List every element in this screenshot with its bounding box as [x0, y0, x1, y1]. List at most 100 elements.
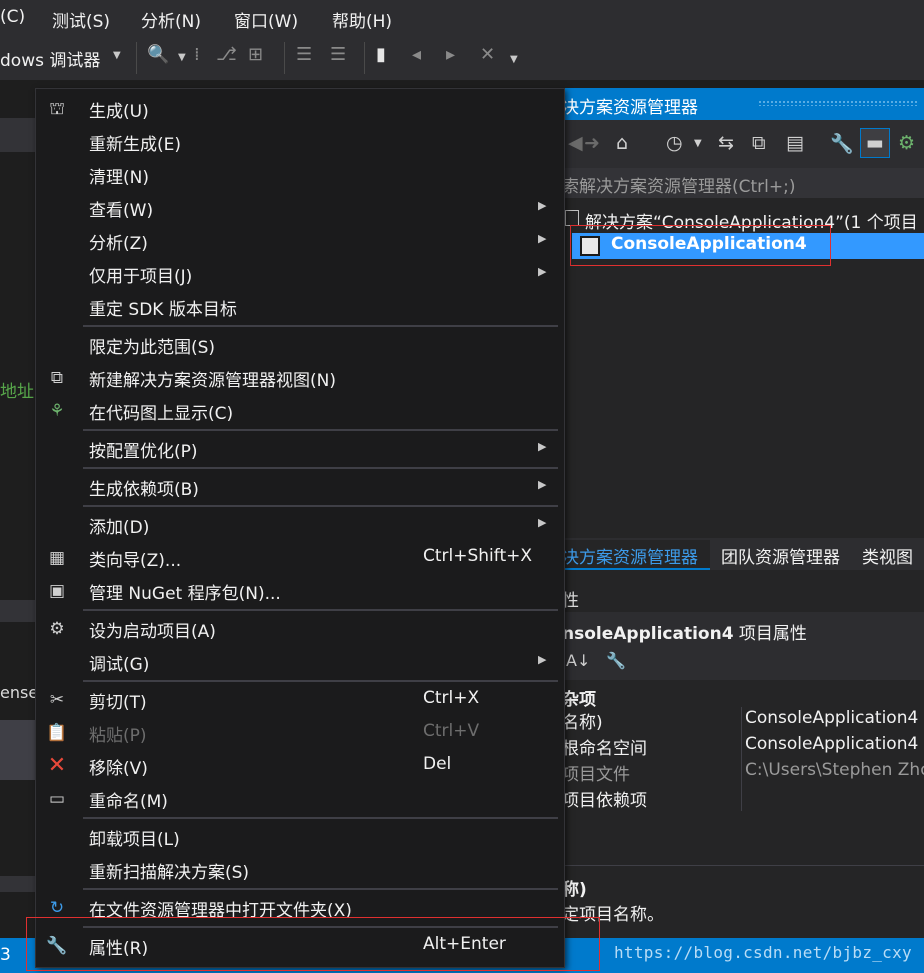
gear-icon: ⚙	[49, 619, 65, 639]
menu-item-pgo[interactable]: 按配置优化(P) ▶	[36, 432, 564, 465]
wrench-icon[interactable]: 🔧	[830, 132, 854, 155]
menu-item-scope-to-this[interactable]: 限定为此范围(S)	[36, 328, 564, 361]
menu-item-clean[interactable]: 清理(N)	[36, 158, 564, 191]
uncomment-icon[interactable]: ☰	[330, 44, 346, 65]
back-icon[interactable]: ◀	[568, 132, 583, 154]
highlight-box	[26, 917, 600, 971]
chevron-down-icon[interactable]: ▼	[113, 50, 121, 61]
menu-item-analyze[interactable]: 分析(Z) ▶	[36, 224, 564, 257]
show-all-files-icon[interactable]: ▤	[786, 132, 804, 154]
menu-item-label: 分析(Z)	[89, 234, 148, 254]
preview-icon[interactable]: ▬	[860, 128, 890, 158]
property-value[interactable]: ConsoleApplication4	[745, 734, 918, 754]
tab-team-explorer[interactable]: 团队资源管理器	[721, 543, 840, 568]
search-input[interactable]: 索解决方案资源管理器(Ctrl+;)	[562, 168, 924, 198]
menu-item-rescan-solution[interactable]: 重新扫描解决方案(S)	[36, 853, 564, 886]
menu-item-shortcut: Ctrl+Shift+X	[423, 546, 533, 566]
menu-item-test[interactable]: 测试(S)	[52, 7, 110, 32]
menu-item-cut[interactable]: ✂ 剪切(T) Ctrl+X	[36, 683, 564, 716]
sort-alpha-icon[interactable]: A↓	[566, 651, 590, 670]
debugger-dropdown[interactable]: dows 调试器	[0, 46, 100, 71]
property-row[interactable]: 名称) ConsoleApplication4	[562, 707, 924, 733]
clear-bookmarks-icon[interactable]: ✕	[480, 44, 495, 65]
step-icon[interactable]: ⎇	[216, 44, 237, 65]
menu-item-label: 添加(D)	[89, 518, 150, 538]
menu-item-label: 清理(N)	[89, 168, 149, 188]
panel-header-strip	[0, 600, 36, 622]
class-wizard-icon: ▦	[48, 548, 66, 568]
property-row[interactable]: 项目文件 C:\Users\Stephen Zho	[562, 759, 924, 785]
prev-bookmark-icon[interactable]: ◂	[412, 44, 421, 65]
tab-class-view[interactable]: 类视图	[862, 543, 913, 568]
menu-item-add[interactable]: 添加(D) ▶	[36, 508, 564, 541]
code-fragment: ense	[0, 683, 39, 702]
property-value[interactable]: ConsoleApplication4	[745, 708, 918, 728]
menu-item-remove[interactable]: ✕ 移除(V) Del	[36, 749, 564, 782]
property-row[interactable]: 项目依赖项	[562, 785, 924, 811]
menu-separator	[83, 888, 558, 890]
nuget-icon: ▣	[48, 581, 66, 601]
dotted-grip-icon: ⁞	[194, 44, 200, 65]
menu-item-rename[interactable]: ▭ 重命名(M)	[36, 782, 564, 815]
properties-toolbar: A↓ 🔧	[562, 646, 924, 680]
menu-item-label: 管理 NuGet 程序包(N)...	[89, 584, 281, 604]
menu-item-analyze[interactable]: 分析(N)	[141, 7, 201, 32]
menu-separator	[83, 609, 558, 611]
menu-item-build-partial[interactable]: (C)	[0, 7, 25, 27]
solution-explorer-title-text: 决方案资源管理器	[562, 98, 698, 118]
comment-icon[interactable]: ☰	[296, 44, 312, 65]
status-text: 3	[0, 945, 11, 965]
property-grid-divider[interactable]	[741, 707, 742, 811]
menu-item-class-wizard[interactable]: ▦ 类向导(Z)... Ctrl+Shift+X	[36, 541, 564, 574]
menu-item-build[interactable]: ⛫ 生成(U)	[36, 92, 564, 125]
property-key: 根命名空间	[562, 739, 647, 759]
menu-item-label: 剪切(T)	[89, 693, 147, 713]
menu-item-build-dependencies[interactable]: 生成依赖项(B) ▶	[36, 470, 564, 503]
wrench-icon[interactable]: 🔧	[606, 651, 626, 670]
home-icon[interactable]: ⌂	[616, 132, 628, 154]
scissors-icon: ✂	[49, 690, 65, 710]
menu-item-manage-nuget[interactable]: ▣ 管理 NuGet 程序包(N)...	[36, 574, 564, 607]
menu-item-new-se-view[interactable]: ⧉ 新建解决方案资源管理器视图(N)	[36, 361, 564, 394]
chevron-down-icon[interactable]: ▼	[510, 54, 518, 65]
find-folder-icon[interactable]: 🔍	[147, 44, 169, 65]
chevron-down-icon[interactable]: ▼	[694, 138, 702, 149]
menu-item-retarget-sdk[interactable]: 重定 SDK 版本目标	[36, 290, 564, 323]
menu-item-label: 类向导(Z)...	[89, 551, 182, 571]
property-row[interactable]: 根命名空间 ConsoleApplication4	[562, 733, 924, 759]
next-bookmark-icon[interactable]: ▸	[446, 44, 455, 65]
menu-item-label: 生成(U)	[89, 102, 149, 122]
sync-icon[interactable]: ⇆	[718, 132, 734, 154]
submenu-arrow-icon: ▶	[538, 516, 547, 529]
submenu-arrow-icon: ▶	[538, 232, 547, 245]
editor-tab-strip	[0, 118, 36, 152]
menu-item-project-only[interactable]: 仅用于项目(J) ▶	[36, 257, 564, 290]
menu-item-view[interactable]: 查看(W) ▶	[36, 191, 564, 224]
bookmark-icon[interactable]: ▮	[376, 44, 386, 65]
menu-item-show-on-code-map[interactable]: ⚘ 在代码图上显示(C)	[36, 394, 564, 427]
format-icon[interactable]: ⊞	[248, 44, 263, 65]
build-icon: ⛫	[49, 99, 65, 119]
menu-item-window[interactable]: 窗口(W)	[234, 7, 298, 32]
open-folder-icon: ↻	[49, 898, 65, 918]
editor-area	[0, 80, 40, 973]
submenu-arrow-icon: ▶	[538, 440, 547, 453]
menu-item-shortcut: Ctrl+X	[423, 688, 480, 708]
code-fragment: 地址	[0, 382, 34, 402]
menu-item-help[interactable]: 帮助(H)	[332, 7, 392, 32]
tab-solution-explorer[interactable]: 决方案资源管理器	[562, 540, 710, 570]
forward-icon[interactable]: ➜	[584, 132, 600, 154]
pending-changes-icon[interactable]: ◷	[666, 132, 683, 154]
menu-item-rebuild[interactable]: 重新生成(E)	[36, 125, 564, 158]
menu-item-debug[interactable]: 调试(G) ▶	[36, 645, 564, 678]
code-map-icon: ⚘	[49, 401, 65, 421]
chevron-down-icon[interactable]: ▼	[178, 52, 186, 63]
property-key: 名称)	[562, 713, 603, 733]
menu-item-unload-project[interactable]: 卸载项目(L)	[36, 820, 564, 853]
menu-item-label: 移除(V)	[89, 759, 148, 779]
code-map-icon[interactable]: ⚙	[898, 132, 915, 154]
description-splitter[interactable]	[562, 865, 924, 866]
collapse-all-icon[interactable]: ⧉	[752, 132, 766, 154]
menu-item-set-startup[interactable]: ⚙ 设为启动项目(A)	[36, 612, 564, 645]
menu-item-shortcut: Del	[423, 754, 452, 774]
